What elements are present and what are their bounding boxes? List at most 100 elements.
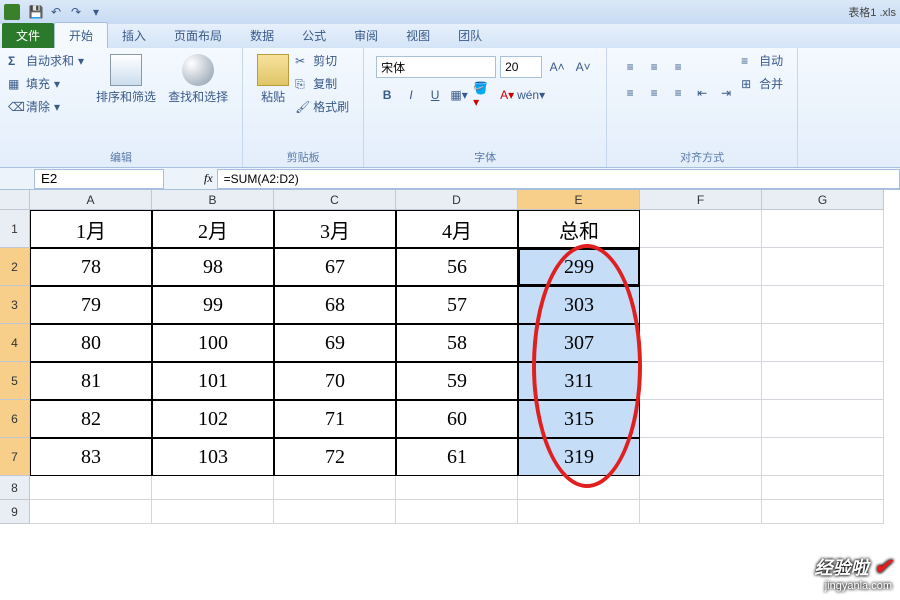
fill-button[interactable]: 填充 ▾: [8, 75, 84, 92]
cell[interactable]: 4月: [396, 210, 518, 248]
row-header[interactable]: 4: [0, 324, 30, 362]
phonetic-button[interactable]: wén▾: [520, 84, 542, 106]
merge-button[interactable]: 合并: [741, 75, 783, 92]
cell[interactable]: [30, 500, 152, 524]
bold-button[interactable]: B: [376, 84, 398, 106]
cell[interactable]: 102: [152, 400, 274, 438]
cell[interactable]: 98: [152, 248, 274, 286]
cell[interactable]: [762, 324, 884, 362]
cell[interactable]: 80: [30, 324, 152, 362]
cell[interactable]: 83: [30, 438, 152, 476]
redo-icon[interactable]: ↷: [67, 3, 85, 21]
cell[interactable]: [640, 324, 762, 362]
cell[interactable]: [762, 362, 884, 400]
align-middle-button[interactable]: ≡: [643, 56, 665, 78]
align-right-button[interactable]: ≡: [667, 82, 689, 104]
cell[interactable]: 103: [152, 438, 274, 476]
paste-button[interactable]: 粘贴: [251, 52, 295, 107]
save-icon[interactable]: 💾: [27, 3, 45, 21]
tab-review[interactable]: 审阅: [340, 23, 392, 48]
cell[interactable]: 2月: [152, 210, 274, 248]
row-header[interactable]: 8: [0, 476, 30, 500]
cell[interactable]: [762, 248, 884, 286]
cell[interactable]: 82: [30, 400, 152, 438]
cell[interactable]: 78: [30, 248, 152, 286]
cell[interactable]: 71: [274, 400, 396, 438]
cell[interactable]: [640, 400, 762, 438]
cell[interactable]: [518, 476, 640, 500]
col-header-F[interactable]: F: [640, 190, 762, 210]
row-header[interactable]: 7: [0, 438, 30, 476]
cell[interactable]: [30, 476, 152, 500]
cell[interactable]: 81: [30, 362, 152, 400]
fill-color-button[interactable]: 🪣▾: [472, 84, 494, 106]
cell[interactable]: [640, 286, 762, 324]
align-left-button[interactable]: ≡: [619, 82, 641, 104]
cell[interactable]: [762, 438, 884, 476]
select-all-corner[interactable]: [0, 190, 30, 210]
row-header[interactable]: 9: [0, 500, 30, 524]
formula-input[interactable]: =SUM(A2:D2): [217, 169, 900, 189]
cell[interactable]: 69: [274, 324, 396, 362]
border-button[interactable]: ▦▾: [448, 84, 470, 106]
cell[interactable]: [152, 500, 274, 524]
tab-file[interactable]: 文件: [2, 23, 54, 48]
cell[interactable]: [396, 500, 518, 524]
cell[interactable]: 61: [396, 438, 518, 476]
copy-button[interactable]: 复制: [295, 75, 349, 92]
cell[interactable]: 3月: [274, 210, 396, 248]
cell[interactable]: 319: [518, 438, 640, 476]
cell[interactable]: 59: [396, 362, 518, 400]
cell[interactable]: 58: [396, 324, 518, 362]
cell[interactable]: [640, 362, 762, 400]
indent-inc-button[interactable]: ⇥: [715, 82, 737, 104]
undo-icon[interactable]: ↶: [47, 3, 65, 21]
cell[interactable]: 99: [152, 286, 274, 324]
cell[interactable]: [518, 500, 640, 524]
cell[interactable]: [762, 500, 884, 524]
col-header-A[interactable]: A: [30, 190, 152, 210]
cell[interactable]: 79: [30, 286, 152, 324]
row-header[interactable]: 3: [0, 286, 30, 324]
cell[interactable]: [640, 248, 762, 286]
tab-home[interactable]: 开始: [54, 22, 108, 48]
sort-filter-button[interactable]: 排序和筛选: [90, 52, 162, 107]
wrap-text-button[interactable]: 自动: [741, 52, 783, 69]
col-header-E[interactable]: E: [518, 190, 640, 210]
underline-button[interactable]: U: [424, 84, 446, 106]
cell[interactable]: 311: [518, 362, 640, 400]
cell[interactable]: [396, 476, 518, 500]
align-top-button[interactable]: ≡: [619, 56, 641, 78]
cell[interactable]: [640, 210, 762, 248]
cell[interactable]: 70: [274, 362, 396, 400]
font-name-input[interactable]: [376, 56, 496, 78]
cell[interactable]: [762, 476, 884, 500]
font-color-button[interactable]: A▾: [496, 84, 518, 106]
cell[interactable]: 68: [274, 286, 396, 324]
cell[interactable]: 307: [518, 324, 640, 362]
cell[interactable]: 1月: [30, 210, 152, 248]
find-select-button[interactable]: 查找和选择: [162, 52, 234, 107]
col-header-C[interactable]: C: [274, 190, 396, 210]
cell[interactable]: 57: [396, 286, 518, 324]
tab-team[interactable]: 团队: [444, 23, 496, 48]
cell[interactable]: 101: [152, 362, 274, 400]
grow-font-button[interactable]: A˄: [546, 56, 568, 78]
cell[interactable]: [762, 210, 884, 248]
cut-button[interactable]: 剪切: [295, 52, 349, 69]
spreadsheet-grid[interactable]: A B C D E F G 11月2月3月4月总和278986756299379…: [0, 190, 900, 524]
tab-formula[interactable]: 公式: [288, 23, 340, 48]
cell[interactable]: [762, 286, 884, 324]
col-header-B[interactable]: B: [152, 190, 274, 210]
cell[interactable]: 315: [518, 400, 640, 438]
name-box[interactable]: [34, 169, 164, 189]
tab-layout[interactable]: 页面布局: [160, 23, 236, 48]
indent-dec-button[interactable]: ⇤: [691, 82, 713, 104]
align-center-button[interactable]: ≡: [643, 82, 665, 104]
cell[interactable]: 100: [152, 324, 274, 362]
cell[interactable]: [762, 400, 884, 438]
cell[interactable]: 总和: [518, 210, 640, 248]
cell[interactable]: [274, 500, 396, 524]
row-header[interactable]: 2: [0, 248, 30, 286]
cell[interactable]: [640, 500, 762, 524]
